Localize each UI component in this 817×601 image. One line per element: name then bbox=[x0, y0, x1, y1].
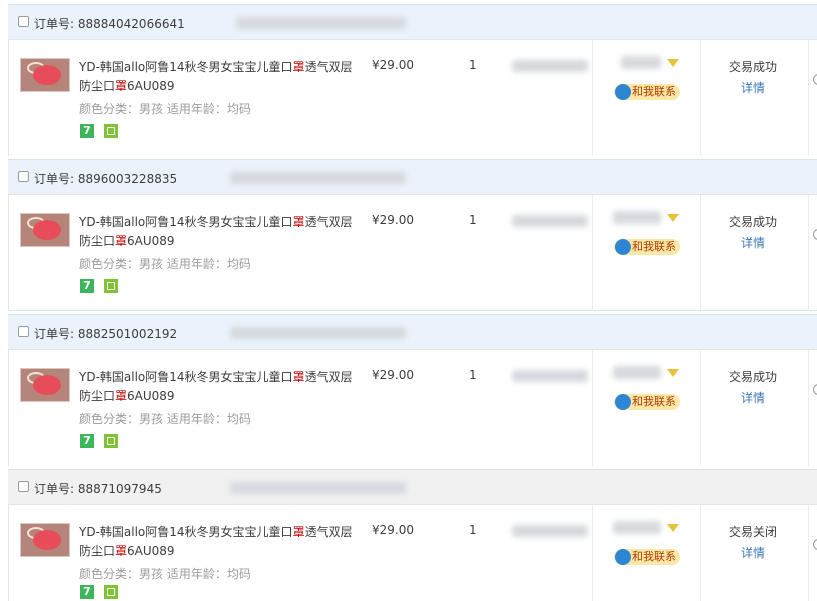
trade-status: 交易关闭 bbox=[729, 525, 778, 539]
quantity: 1 bbox=[469, 523, 477, 537]
product-thumbnail[interactable] bbox=[20, 58, 70, 92]
unit-price: ¥29.00 bbox=[372, 58, 414, 72]
unit-price: ¥29.00 bbox=[372, 368, 414, 382]
order-header: 订单号: 88884042066641 bbox=[8, 4, 817, 40]
redacted-service bbox=[512, 215, 588, 227]
filter-icon[interactable] bbox=[667, 214, 679, 222]
column-divider bbox=[592, 40, 593, 156]
order-card: 订单号: 88871097945 YD-韩国allo阿鲁14秋冬男女宝宝儿童口罩… bbox=[8, 469, 817, 601]
redacted-service bbox=[512, 60, 588, 72]
chat-icon bbox=[615, 394, 631, 410]
seven-day-return-icon[interactable]: 7 bbox=[80, 279, 94, 293]
product-attributes: 颜色分类：男孩 适用年龄：均码 bbox=[79, 257, 251, 271]
column-divider bbox=[808, 40, 809, 156]
column-divider bbox=[808, 350, 809, 466]
unit-price: ¥29.00 bbox=[372, 523, 414, 537]
chat-icon bbox=[615, 549, 631, 565]
order-checkbox[interactable] bbox=[18, 326, 29, 337]
order-header: 订单号: 8896003228835 bbox=[8, 159, 817, 195]
column-divider bbox=[808, 195, 809, 311]
quantity: 1 bbox=[469, 213, 477, 227]
unit-price: ¥29.00 bbox=[372, 213, 414, 227]
chat-icon bbox=[615, 239, 631, 255]
order-detail-link[interactable]: 详情 bbox=[741, 234, 765, 251]
seven-day-return-icon[interactable]: 7 bbox=[80, 585, 94, 599]
order-checkbox[interactable] bbox=[18, 171, 29, 182]
order-card: 订单号: 88884042066641 YD-韩国allo阿鲁14秋冬男女宝宝儿… bbox=[8, 4, 817, 156]
order-number: 订单号: 88884042066641 bbox=[34, 17, 185, 31]
order-checkbox[interactable] bbox=[18, 481, 29, 492]
more-icon[interactable] bbox=[813, 74, 817, 85]
column-divider bbox=[592, 505, 593, 601]
order-body: YD-韩国allo阿鲁14秋冬男女宝宝儿童口罩透气双层 防尘口罩6AU089 颜… bbox=[8, 40, 817, 156]
product-title-link[interactable]: YD-韩国allo阿鲁14秋冬男女宝宝儿童口罩透气双层 防尘口罩6AU089 bbox=[79, 58, 359, 96]
order-body: YD-韩国allo阿鲁14秋冬男女宝宝儿童口罩透气双层 防尘口罩6AU089 颜… bbox=[8, 195, 817, 311]
order-card: 订单号: 8896003228835 YD-韩国allo阿鲁14秋冬男女宝宝儿童… bbox=[8, 159, 817, 311]
trade-status: 交易成功 bbox=[729, 60, 778, 74]
more-icon[interactable] bbox=[813, 539, 817, 550]
redacted-header-info bbox=[230, 327, 406, 339]
column-divider bbox=[700, 350, 701, 466]
order-number: 订单号: 88871097945 bbox=[34, 482, 162, 496]
redacted-header-info bbox=[236, 17, 406, 29]
redacted-seller-name bbox=[621, 56, 661, 69]
order-body: YD-韩国allo阿鲁14秋冬男女宝宝儿童口罩透气双层 防尘口罩6AU089 颜… bbox=[8, 350, 817, 466]
redacted-service bbox=[512, 370, 588, 382]
trade-status: 交易成功 bbox=[729, 370, 778, 384]
more-icon[interactable] bbox=[813, 229, 817, 240]
column-divider bbox=[700, 195, 701, 311]
product-attributes: 颜色分类：男孩 适用年龄：均码 bbox=[79, 102, 251, 116]
order-detail-link[interactable]: 详情 bbox=[741, 544, 765, 561]
trade-status: 交易成功 bbox=[729, 215, 778, 229]
product-attributes: 颜色分类：男孩 适用年龄：均码 bbox=[79, 567, 251, 581]
order-checkbox[interactable] bbox=[18, 16, 29, 27]
consumer-guarantee-icon[interactable] bbox=[104, 434, 118, 448]
redacted-header-info bbox=[230, 482, 406, 494]
order-number: 订单号: 8896003228835 bbox=[34, 172, 178, 186]
filter-icon[interactable] bbox=[667, 59, 679, 67]
product-thumbnail[interactable] bbox=[20, 368, 70, 402]
redacted-seller-name bbox=[613, 366, 661, 379]
order-detail-link[interactable]: 详情 bbox=[741, 79, 765, 96]
order-header: 订单号: 88871097945 bbox=[8, 469, 817, 505]
column-divider bbox=[700, 505, 701, 601]
contact-seller-button[interactable]: 和我联系 bbox=[614, 84, 680, 100]
contact-seller-button[interactable]: 和我联系 bbox=[614, 239, 680, 255]
product-title-link[interactable]: YD-韩国allo阿鲁14秋冬男女宝宝儿童口罩透气双层 防尘口罩6AU089 bbox=[79, 523, 359, 561]
redacted-seller-name bbox=[613, 211, 661, 224]
order-body: YD-韩国allo阿鲁14秋冬男女宝宝儿童口罩透气双层 防尘口罩6AU089 颜… bbox=[8, 505, 817, 601]
quantity: 1 bbox=[469, 58, 477, 72]
filter-icon[interactable] bbox=[667, 524, 679, 532]
quantity: 1 bbox=[469, 368, 477, 382]
order-card: 订单号: 8882501002192 YD-韩国allo阿鲁14秋冬男女宝宝儿童… bbox=[8, 314, 817, 466]
seven-day-return-icon[interactable]: 7 bbox=[80, 124, 94, 138]
column-divider bbox=[700, 40, 701, 156]
order-detail-link[interactable]: 详情 bbox=[741, 389, 765, 406]
product-title-link[interactable]: YD-韩国allo阿鲁14秋冬男女宝宝儿童口罩透气双层 防尘口罩6AU089 bbox=[79, 368, 359, 406]
column-divider bbox=[808, 505, 809, 601]
order-header: 订单号: 8882501002192 bbox=[8, 314, 817, 350]
column-divider bbox=[592, 350, 593, 466]
product-thumbnail[interactable] bbox=[20, 213, 70, 247]
more-icon[interactable] bbox=[813, 384, 817, 395]
product-title-link[interactable]: YD-韩国allo阿鲁14秋冬男女宝宝儿童口罩透气双层 防尘口罩6AU089 bbox=[79, 213, 359, 251]
filter-icon[interactable] bbox=[667, 369, 679, 377]
chat-icon bbox=[615, 84, 631, 100]
contact-seller-button[interactable]: 和我联系 bbox=[614, 394, 680, 410]
product-attributes: 颜色分类：男孩 适用年龄：均码 bbox=[79, 412, 251, 426]
contact-seller-button[interactable]: 和我联系 bbox=[614, 549, 680, 565]
consumer-guarantee-icon[interactable] bbox=[104, 124, 118, 138]
order-number: 订单号: 8882501002192 bbox=[34, 327, 178, 341]
redacted-seller-name bbox=[613, 521, 661, 534]
redacted-service bbox=[512, 525, 588, 537]
consumer-guarantee-icon[interactable] bbox=[104, 585, 118, 599]
product-thumbnail[interactable] bbox=[20, 523, 70, 557]
redacted-header-info bbox=[230, 172, 406, 184]
column-divider bbox=[592, 195, 593, 311]
consumer-guarantee-icon[interactable] bbox=[104, 279, 118, 293]
seven-day-return-icon[interactable]: 7 bbox=[80, 434, 94, 448]
